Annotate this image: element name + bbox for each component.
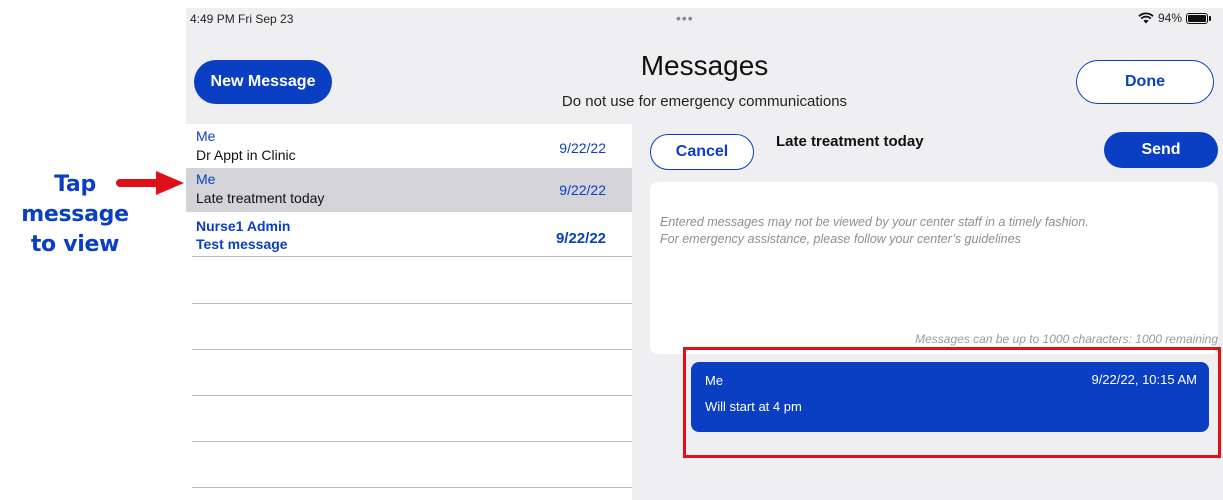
status-bar: 4:49 PM Fri Sep 23 ••• 94% [186, 8, 1223, 30]
list-divider [192, 303, 632, 304]
annotation-line-3: to view [30, 232, 120, 257]
message-sender: Me [196, 171, 216, 187]
annotation-line-2: message [21, 202, 129, 227]
page-title: Messages [640, 50, 769, 81]
battery-icon [1186, 12, 1208, 24]
list-divider [192, 256, 632, 257]
cancel-button[interactable]: Cancel [650, 134, 754, 170]
message-placeholder: Entered messages may not be viewed by yo… [660, 214, 1200, 248]
message-subject: Dr Appt in Clinic [196, 147, 296, 163]
battery-percent: 94% [1157, 11, 1182, 25]
message-row-selected[interactable]: Me Late treatment today 9/22/22 [186, 168, 632, 212]
list-divider [192, 349, 632, 350]
list-divider [192, 395, 632, 396]
message-subject: Test message [196, 236, 288, 252]
message-subject: Late treatment today [196, 190, 325, 206]
battery-cap [1209, 15, 1211, 21]
placeholder-line-1: Entered messages may not be viewed by yo… [660, 215, 1089, 229]
page-subtitle: Do not use for emergency communications [561, 93, 848, 110]
placeholder-line-2: For emergency assistance, please follow … [660, 232, 1021, 246]
message-text-area[interactable]: Entered messages may not be viewed by yo… [650, 182, 1218, 354]
message-sender: Me [196, 128, 216, 144]
message-date: 9/22/22 [555, 230, 606, 247]
wifi-icon [1138, 12, 1154, 24]
message-date: 9/22/22 [559, 140, 606, 156]
message-list: Me Dr Appt in Clinic 9/22/22 Me Late tre… [186, 124, 632, 500]
message-sender: Nurse1 Admin [196, 218, 291, 234]
tap-message-annotation: Tap message to view [0, 168, 184, 268]
red-arrow-icon [116, 171, 184, 195]
list-divider [192, 487, 632, 488]
status-right: 94% [1138, 11, 1211, 25]
status-time: 4:49 PM Fri Sep 23 [190, 12, 294, 26]
message-row-unread[interactable]: Nurse1 Admin Test message 9/22/22 [186, 212, 632, 256]
list-divider [192, 441, 632, 442]
message-row[interactable]: Me Dr Appt in Clinic 9/22/22 [186, 124, 632, 168]
send-button[interactable]: Send [1104, 132, 1218, 168]
highlight-box [683, 347, 1221, 458]
done-button[interactable]: Done [1076, 60, 1214, 104]
message-date: 9/22/22 [559, 182, 606, 198]
character-counter: Messages can be up to 1000 characters: 1… [915, 332, 1218, 346]
multitasking-dots-icon[interactable]: ••• [676, 10, 694, 26]
compose-title: Late treatment today [776, 133, 924, 150]
